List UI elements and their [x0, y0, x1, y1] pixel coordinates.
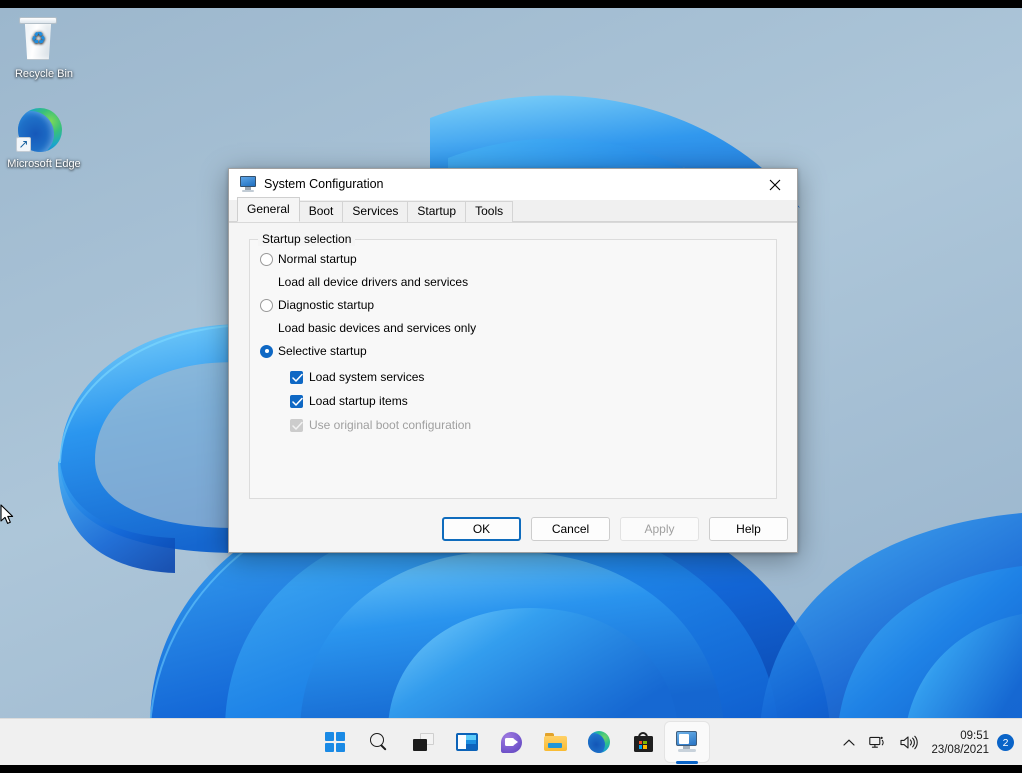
clock-time: 09:51 [960, 729, 989, 742]
checkbox-checked-disabled-icon [290, 418, 303, 432]
widgets-icon [456, 733, 478, 751]
checkbox-load-system-services[interactable]: Load system services [290, 370, 424, 384]
radio-diagnostic-startup[interactable]: Diagnostic startup [260, 298, 374, 312]
tab-label: Startup [417, 204, 457, 218]
checkbox-checked-icon [290, 370, 303, 384]
checkbox-label: Load startup items [309, 394, 408, 408]
taskbar-item-widgets[interactable] [445, 722, 489, 762]
radio-label: Diagnostic startup [278, 298, 375, 312]
taskbar-center-group [313, 719, 709, 766]
tab-label: Services [352, 204, 399, 218]
search-icon [369, 732, 389, 752]
shortcut-arrow-icon: ↗ [16, 137, 31, 152]
tab-label: Tools [475, 204, 504, 218]
tab-tools[interactable]: Tools [465, 201, 514, 222]
dialog-button-row: OK Cancel Apply Help [229, 506, 797, 552]
tab-startup[interactable]: Startup [407, 201, 467, 222]
dialog-titlebar[interactable]: System Configuration [229, 169, 797, 200]
button-label: Help [736, 522, 761, 536]
chat-icon [500, 731, 522, 753]
help-button[interactable]: Help [709, 517, 788, 541]
network-button[interactable] [862, 725, 893, 761]
taskbar-item-start[interactable] [313, 722, 357, 762]
checkbox-label: Use original boot configuration [309, 418, 472, 432]
edge-icon [588, 731, 610, 753]
dialog-title: System Configuration [264, 177, 384, 191]
notification-badge[interactable]: 2 [997, 734, 1014, 751]
screen: ♻ Recycle Bin ↗ Microsoft Edge System Co… [0, 0, 1022, 773]
desktop-icon-label: Recycle Bin [14, 68, 74, 80]
apply-button: Apply [620, 517, 699, 541]
radio-label: Selective startup [278, 344, 367, 358]
ok-button[interactable]: OK [442, 517, 521, 541]
clock-date-button[interactable]: 09:51 23/08/2021 [925, 725, 997, 761]
system-configuration-icon [674, 730, 700, 754]
network-icon [869, 736, 885, 748]
tab-boot[interactable]: Boot [298, 201, 344, 222]
desktop-icon-microsoft-edge[interactable]: ↗ Microsoft Edge [6, 106, 82, 171]
checkbox-use-original-boot-configuration: Use original boot configuration [290, 418, 471, 432]
desktop-icon-label-line2: Edge [54, 158, 81, 170]
taskbar[interactable]: 09:51 23/08/2021 2 [0, 718, 1022, 765]
taskbar-item-task-view[interactable] [401, 722, 445, 762]
windows-start-icon [325, 732, 345, 752]
system-configuration-dialog[interactable]: System Configuration General Boot Servic… [228, 168, 798, 553]
checkbox-checked-icon [290, 394, 303, 408]
tab-panel-general: Startup selection Normal startup Load al… [229, 222, 797, 552]
show-hidden-icons-button[interactable] [836, 725, 862, 761]
radio-label: Normal startup [278, 252, 357, 266]
taskbar-item-microsoft-store[interactable] [621, 722, 665, 762]
checkbox-label: Load system services [309, 370, 425, 384]
cancel-button[interactable]: Cancel [531, 517, 610, 541]
taskbar-item-file-explorer[interactable] [533, 722, 577, 762]
chevron-up-icon [843, 738, 856, 746]
clock-date: 23/08/2021 [931, 743, 989, 756]
tab-general[interactable]: General [237, 197, 300, 222]
microsoft-store-icon [633, 732, 653, 752]
group-legend: Startup selection [258, 232, 356, 246]
normal-startup-description: Load all device drivers and services [278, 275, 469, 289]
desktop-icon-recycle-bin[interactable]: ♻ Recycle Bin [6, 16, 82, 81]
radio-circle-icon [260, 298, 273, 312]
task-view-icon [412, 733, 434, 751]
button-label: Cancel [551, 522, 590, 536]
desktop-icon-label-line1: Microsoft [7, 158, 52, 170]
recycle-bin-icon: ♻ [6, 16, 82, 64]
close-x-glyph [769, 179, 780, 190]
tab-label: General [247, 202, 290, 216]
taskbar-item-microsoft-edge[interactable] [577, 722, 621, 762]
file-explorer-icon [543, 733, 567, 751]
notification-count: 2 [1002, 736, 1009, 749]
dialog-tabs[interactable]: General Boot Services Startup Tools [229, 197, 797, 222]
tab-services[interactable]: Services [342, 201, 409, 222]
system-configuration-icon [240, 176, 256, 192]
volume-button[interactable] [893, 725, 925, 761]
volume-icon [900, 735, 919, 750]
tab-label: Boot [308, 204, 334, 218]
radio-circle-icon [260, 252, 273, 266]
edge-icon: ↗ [6, 106, 82, 154]
radio-selective-startup[interactable]: Selective startup [260, 344, 367, 358]
taskbar-item-search[interactable] [357, 722, 401, 762]
system-tray: 09:51 23/08/2021 2 [836, 719, 1014, 766]
checkbox-load-startup-items[interactable]: Load startup items [290, 394, 408, 408]
mouse-cursor [0, 504, 14, 524]
radio-circle-selected-icon [260, 344, 273, 358]
taskbar-item-system-configuration[interactable] [665, 722, 709, 762]
button-label: Apply [644, 522, 675, 536]
taskbar-item-chat[interactable] [489, 722, 533, 762]
diagnostic-startup-description: Load basic devices and services only [278, 321, 477, 335]
radio-normal-startup[interactable]: Normal startup [260, 252, 357, 266]
startup-selection-group: Startup selection Normal startup Load al… [249, 232, 777, 499]
close-icon[interactable] [752, 169, 797, 200]
button-label: OK [472, 522, 491, 536]
